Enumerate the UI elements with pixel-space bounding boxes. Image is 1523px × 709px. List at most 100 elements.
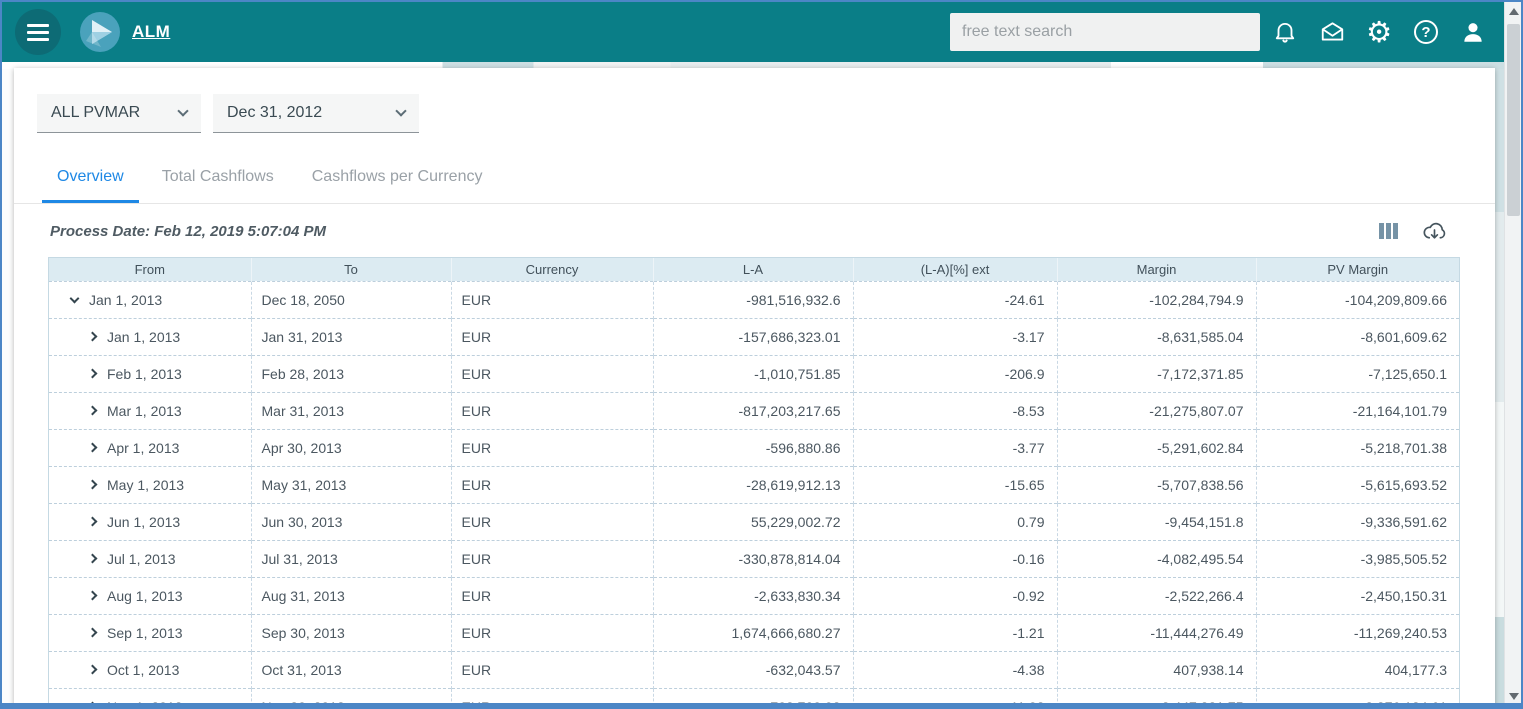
chevron-right-icon[interactable]: [87, 590, 98, 601]
chevron-right-icon[interactable]: [87, 331, 98, 342]
pv-margin-value: 2,376,184.61: [1255, 687, 1459, 703]
scrollbar-thumb[interactable]: [1507, 24, 1520, 216]
help-icon[interactable]: ?: [1412, 18, 1440, 46]
la-value: -28,619,912.13: [652, 465, 853, 503]
margin-value: 2,447,831.75: [1056, 687, 1256, 703]
currency-value: EUR: [450, 650, 653, 688]
to-date: May 31, 2013: [250, 465, 451, 503]
currency-value: EUR: [450, 539, 653, 577]
gear-icon[interactable]: ⚙: [1365, 17, 1393, 46]
table-row: Sep 1, 2013 Sep 30, 2013 EUR 1,674,666,680.…: [49, 613, 1459, 651]
main-content-card: ALL PVMAR Dec 31, 2012 Overview Total Ca…: [14, 68, 1495, 709]
la-value: -703,700.98: [652, 687, 853, 703]
currency-value: EUR: [450, 465, 653, 503]
margin-value: -2,522,266.4: [1056, 576, 1256, 614]
from-date: Jan 1, 2013: [107, 328, 181, 345]
la-pct-ext-value: -0.16: [852, 539, 1057, 577]
play-logo-icon: [78, 10, 122, 54]
tab-cashflows-per-currency[interactable]: Cashflows per Currency: [297, 154, 498, 203]
date-dropdown-value: Dec 31, 2012: [227, 104, 323, 121]
chevron-right-icon[interactable]: [87, 368, 98, 379]
la-value: -2,633,830.34: [652, 576, 853, 614]
table-row: Apr 1, 2013 Apr 30, 2013 EUR -596,880.86 -3.…: [49, 428, 1459, 466]
cloud-download-icon[interactable]: [1422, 220, 1447, 243]
tab-overview[interactable]: Overview: [42, 154, 139, 203]
chevron-right-icon[interactable]: [87, 627, 98, 638]
chevron-down-icon: [177, 105, 189, 117]
person-icon[interactable]: [1459, 18, 1487, 46]
portfolio-dropdown[interactable]: ALL PVMAR: [37, 94, 201, 133]
chevron-right-icon[interactable]: [87, 479, 98, 490]
chevron-right-icon[interactable]: [87, 516, 98, 527]
table-toolbar: Process Date: Feb 12, 2019 5:07:04 PM: [14, 205, 1495, 257]
column-header-to[interactable]: To: [250, 258, 451, 281]
from-date: Feb 1, 2013: [107, 365, 182, 382]
column-header-pv-margin[interactable]: PV Margin: [1255, 258, 1459, 281]
table-row: Mar 1, 2013 Mar 31, 2013 EUR -817,203,217.6…: [49, 391, 1459, 429]
table-header-row: From To Currency L-A (L-A)[%] ext Margin PV Ma…: [49, 258, 1459, 281]
from-date: Aug 1, 2013: [107, 587, 183, 604]
table-row: Aug 1, 2013 Aug 31, 2013 EUR -2,633,830.34-…: [49, 576, 1459, 614]
chevron-right-icon[interactable]: [87, 442, 98, 453]
table-row: Feb 1, 2013 Feb 28, 2013 EUR -1,010,751.85-…: [49, 354, 1459, 392]
scrollbar-up-arrow-icon[interactable]: [1509, 8, 1519, 15]
from-date: Mar 1, 2013: [107, 402, 182, 419]
la-pct-ext-value: -206.9: [852, 354, 1057, 392]
hamburger-menu-button[interactable]: [15, 9, 61, 55]
envelope-icon[interactable]: [1318, 18, 1346, 46]
column-header-from[interactable]: From: [49, 258, 251, 281]
chevron-right-icon[interactable]: [87, 701, 98, 703]
margin-value: -8,631,585.04: [1056, 317, 1256, 355]
column-header-currency[interactable]: Currency: [450, 258, 653, 281]
tab-total-cashflows[interactable]: Total Cashflows: [147, 154, 289, 203]
from-date: Oct 1, 2013: [107, 661, 180, 678]
la-value: -1,010,751.85: [652, 354, 853, 392]
la-pct-ext-value: -0.92: [852, 576, 1057, 614]
hamburger-icon: [27, 23, 49, 27]
pv-margin-value: -5,218,701.38: [1255, 428, 1459, 466]
pv-margin-value: -8,601,609.62: [1255, 317, 1459, 355]
columns-icon[interactable]: [1379, 223, 1398, 239]
process-date-label: Process Date: Feb 12, 2019 5:07:04 PM: [50, 222, 326, 240]
to-date: Jun 30, 2013: [250, 502, 451, 540]
bell-icon[interactable]: [1271, 18, 1299, 46]
margin-value: -9,454,151.8: [1056, 502, 1256, 540]
la-pct-ext-value: -3.77: [852, 428, 1057, 466]
date-dropdown[interactable]: Dec 31, 2012: [213, 94, 419, 133]
la-value: -981,516,932.6: [652, 280, 853, 318]
chevron-down-icon[interactable]: [69, 293, 80, 303]
vertical-scrollbar[interactable]: [1504, 2, 1521, 703]
la-pct-ext-value: -11.03: [852, 687, 1057, 703]
pv-margin-value: -3,985,505.52: [1255, 539, 1459, 577]
pv-margin-value: -9,336,591.62: [1255, 502, 1459, 540]
scrollbar-down-arrow-icon[interactable]: [1509, 693, 1519, 700]
to-date: Apr 30, 2013: [250, 428, 451, 466]
column-header-l-a-ext[interactable]: (L-A)[%] ext: [852, 258, 1057, 281]
column-header-l-a[interactable]: L-A: [652, 258, 853, 281]
la-value: 55,229,002.72: [652, 502, 853, 540]
app-window: ALM ⚙ ?: [0, 0, 1523, 709]
chevron-right-icon[interactable]: [87, 553, 98, 564]
currency-value: EUR: [450, 687, 653, 703]
table-row: Oct 1, 2013 Oct 31, 2013 EUR -632,043.57 -4.…: [49, 650, 1459, 688]
chevron-right-icon[interactable]: [87, 664, 98, 675]
margin-value: 407,938.14: [1056, 650, 1256, 688]
pv-margin-value: -7,125,650.1: [1255, 354, 1459, 392]
pv-margin-value: -2,450,150.31: [1255, 576, 1459, 614]
from-date: Sep 1, 2013: [107, 624, 183, 641]
from-date: Apr 1, 2013: [107, 439, 180, 456]
la-pct-ext-value: -24.61: [852, 280, 1057, 318]
app-title-link[interactable]: ALM: [132, 22, 170, 42]
la-pct-ext-value: -4.38: [852, 650, 1057, 688]
table-row: Jul 1, 2013 Jul 31, 2013 EUR -330,878,814.0…: [49, 539, 1459, 577]
to-date: Nov 30, 2013: [250, 687, 451, 703]
table-row: Jan 1, 2013 Dec 18, 2050 EUR -981,516,932.6…: [49, 280, 1459, 318]
to-date: Feb 28, 2013: [250, 354, 451, 392]
chevron-right-icon[interactable]: [87, 405, 98, 416]
search-input[interactable]: [950, 13, 1260, 51]
column-header-margin[interactable]: Margin: [1056, 258, 1256, 281]
la-pct-ext-value: 0.79: [852, 502, 1057, 540]
from-date: Nov 1, 2013: [107, 698, 183, 709]
to-date: Oct 31, 2013: [250, 650, 451, 688]
la-value: -157,686,323.01: [652, 317, 853, 355]
